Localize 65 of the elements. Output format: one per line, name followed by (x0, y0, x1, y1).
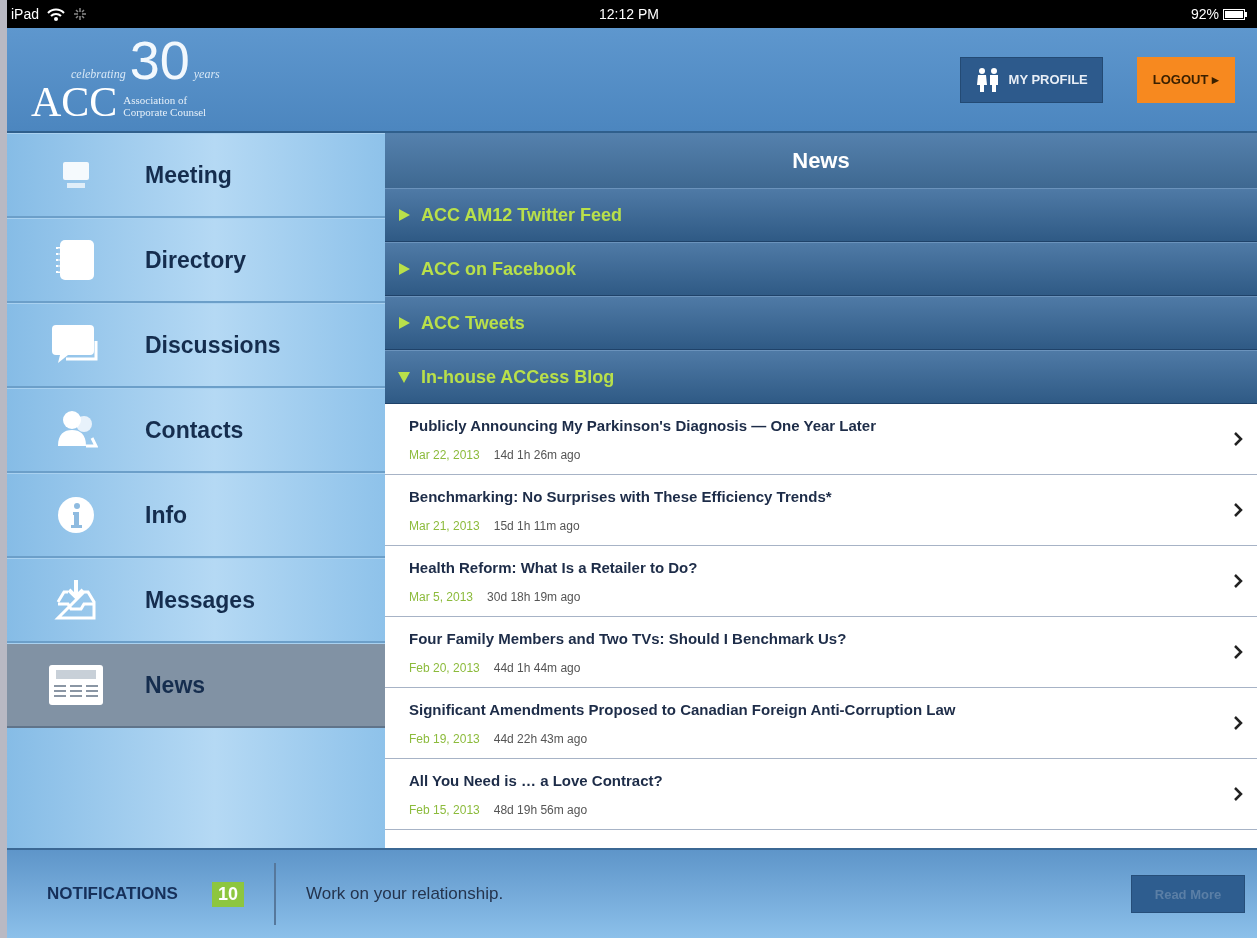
feed-section-header[interactable]: In-house ACCess Blog (385, 350, 1257, 404)
people-icon (974, 66, 1001, 93)
chevron-right-icon (1233, 503, 1243, 517)
feed-section-header[interactable]: ACC Tweets (385, 296, 1257, 350)
article-title: Publicly Announcing My Parkinson's Diagnosis — One Year Later (409, 416, 877, 434)
chevron-right-icon (1233, 574, 1243, 588)
chevron-right-icon (1233, 645, 1243, 659)
article-title: Health Reform: What Is a Retailer to Do? (409, 558, 699, 576)
news-title-bar: News (385, 133, 1257, 188)
article-age: 30d 18h 19m ago (487, 589, 581, 604)
feed-section-header[interactable]: ACC on Facebook (385, 242, 1257, 296)
organization-name-line: Corporate Counsel (123, 105, 207, 118)
article-title: All You Need is … a Love Contract? (409, 771, 664, 789)
clock: 12:12 PM (599, 6, 659, 22)
article-row[interactable]: Publicly Announcing My Parkinson's Diagnosis — One Year Later Mar 22, 2013 14d 1h 26m ago (385, 404, 1257, 475)
article-date: Mar 5, 2013 (409, 589, 474, 604)
battery-icon (1223, 8, 1247, 20)
article-row[interactable]: Four Family Members and Two TVs: Should I Benchmark Us? Feb 20, 2013 44d 1h 44m ago (385, 617, 1257, 688)
article-age: 44d 1h 44m ago (493, 660, 581, 675)
wifi-icon (47, 7, 66, 21)
article-date: Feb 15, 2013 (409, 802, 480, 817)
triangle-right-icon (397, 262, 411, 276)
triangle-right-icon (397, 316, 411, 330)
my-profile-button[interactable]: MY PROFILE (959, 56, 1103, 103)
triangle-right-icon (397, 208, 411, 222)
article-date: Mar 22, 2013 (409, 447, 480, 462)
newspaper-icon (48, 664, 104, 706)
sidebar-item[interactable]: Directory (7, 218, 385, 303)
sidebar-item[interactable]: Discussions (7, 303, 385, 388)
feed-section-header[interactable]: ACC AM12 Twitter Feed (385, 188, 1257, 242)
logo-tagline: celebrating (71, 66, 126, 82)
article-title: Benchmarking: No Surprises with These Efficiency Trends* (409, 487, 833, 505)
article-row[interactable]: Health Reform: What Is a Retailer to Do? Mar 5, 2013 30d 18h 19m ago (385, 546, 1257, 617)
article-age: 15d 1h 11m ago (493, 518, 580, 533)
notifications-label: NOTIFICATIONS (47, 884, 178, 904)
article-date: Feb 19, 2013 (409, 731, 480, 746)
sidebar-item[interactable]: Contacts (7, 388, 385, 473)
battery-level: 92% (1190, 6, 1219, 22)
article-title: Significant Amendments Proposed to Canadian Foreign Anti-Corruption Law (409, 700, 957, 718)
article-age: 44d 22h 43m ago (493, 731, 588, 746)
organization-name-line: Association of (123, 93, 189, 106)
triangle-down-icon (397, 370, 411, 384)
article-date: Mar 21, 2013 (409, 518, 480, 533)
sidebar-item[interactable]: Info (7, 473, 385, 558)
chevron-right-icon (1233, 716, 1243, 730)
article-age: 48d 19h 56m ago (493, 802, 588, 817)
device-name: iPad (11, 6, 40, 22)
chevron-right-icon (1233, 787, 1243, 801)
logo-tagline: years (193, 66, 220, 82)
article-row[interactable]: All You Need is … a Love Contract? Feb 15, 2013 48d 19h 56m ago (385, 759, 1257, 830)
article-date: Feb 20, 2013 (409, 660, 480, 675)
article-age: 14d 1h 26m ago (493, 447, 581, 462)
logout-button[interactable]: LOGOUT ▸ (1136, 56, 1235, 103)
chevron-right-icon (1233, 432, 1243, 446)
logo-acronym: ACC (31, 81, 118, 122)
article-title: Four Family Members and Two TVs: Should I Benchmark Us? (409, 629, 848, 647)
sidebar-item[interactable]: Meeting (7, 133, 385, 218)
notification-count-badge: 10 (211, 881, 244, 907)
info-icon (56, 495, 96, 535)
article-row[interactable]: Benchmarking: No Surprises with These Efficiency Trends* Mar 21, 2013 15d 1h 11m ago (385, 475, 1257, 546)
sidebar-item[interactable]: News (7, 643, 385, 728)
logo-number: 30 (129, 37, 190, 82)
notification-message: Work on your relationship. (306, 884, 505, 904)
activity-icon (73, 7, 88, 21)
article-row[interactable]: Significant Amendments Proposed to Canadian Foreign Anti-Corruption Law Feb 19, 2013 44d 22h 43m ago (385, 688, 1257, 759)
